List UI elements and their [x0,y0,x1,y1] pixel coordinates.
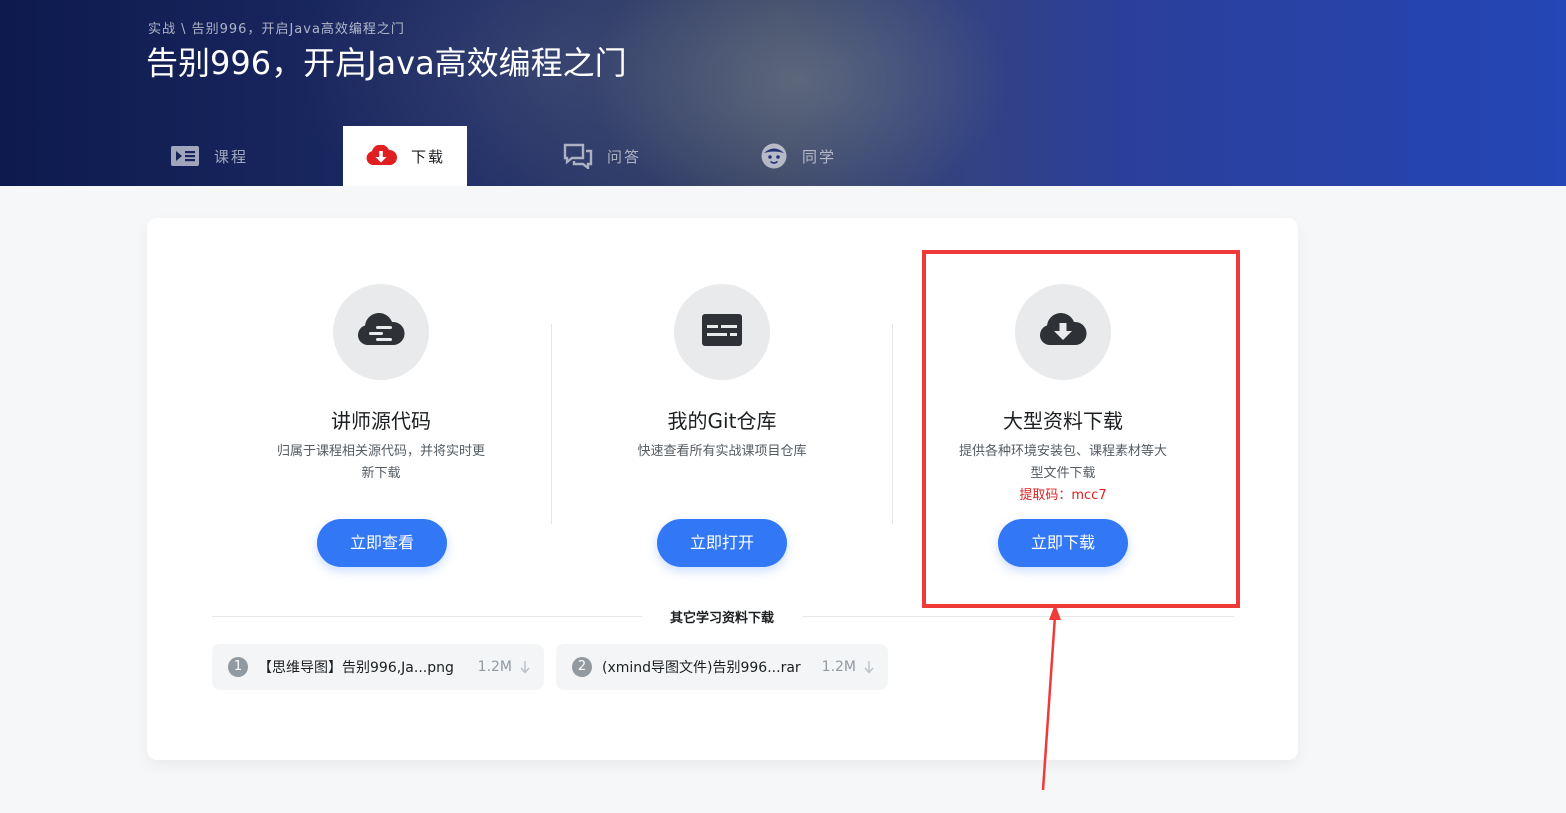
file-size: 1.2M [821,659,856,675]
page-title: 告别996，开启Java高效编程之门 [146,44,627,82]
course-list-icon [170,145,200,167]
cloud-code-icon [356,312,406,351]
file-item[interactable]: 1 【思维导图】告别996,Ja...png 1.2M [212,644,544,690]
download-arrow-icon[interactable] [520,660,530,674]
view-source-button[interactable]: 立即查看 [317,519,447,567]
tab-label: 课程 [214,147,249,166]
tab-label: 问答 [607,147,642,166]
other-materials-title: 其它学习资料下载 [669,611,774,626]
course-header-banner: 实战 \ 告别996，开启Java高效编程之门 告别996，开启Java高效编程… [0,0,1566,186]
icon-circle [333,284,429,380]
file-name: 【思维导图】告别996,Ja...png [258,660,454,676]
open-repository-button[interactable]: 立即打开 [657,519,787,567]
cloud-download-icon [365,145,397,167]
tab-course[interactable]: 课程 [170,126,248,186]
file-size: 1.2M [477,659,512,675]
tab-label: 下载 [410,147,445,166]
file-name: (xmind导图文件)告别996...rar [602,660,801,676]
resource-description: 归属于课程相关源代码，并将实时更新下载 [276,444,485,481]
section-divider [802,616,1234,617]
resource-title: 讲师源代码 [331,409,431,433]
file-index-badge: 1 [228,657,248,677]
resource-git-repository: 我的Git仓库 快速查看所有实战课项目仓库 [552,284,892,463]
chat-bubbles-icon [563,143,593,169]
tab-classmates[interactable]: 同学 [760,126,836,186]
section-divider [212,616,642,617]
tab-label: 同学 [802,147,837,166]
tab-download[interactable]: 下载 [343,126,467,186]
resource-instructor-source: 讲师源代码 归属于课程相关源代码，并将实时更新下载 [211,284,551,485]
tab-qa[interactable]: 问答 [563,126,641,186]
resource-title: 我的Git仓库 [667,409,777,433]
breadcrumb[interactable]: 实战 \ 告别996，开启Java高效编程之门 [148,18,405,37]
icon-circle [674,284,770,380]
smiley-face-icon [760,142,788,170]
annotation-arrow-icon [1041,604,1061,791]
file-item[interactable]: 2 (xmind导图文件)告别996...rar 1.2M [556,644,888,690]
resource-description: 快速查看所有实战课项目仓库 [637,444,807,459]
file-index-badge: 2 [572,657,592,677]
download-arrow-icon[interactable] [864,660,874,674]
repository-icon [701,313,743,351]
annotation-highlight-box [922,250,1240,608]
